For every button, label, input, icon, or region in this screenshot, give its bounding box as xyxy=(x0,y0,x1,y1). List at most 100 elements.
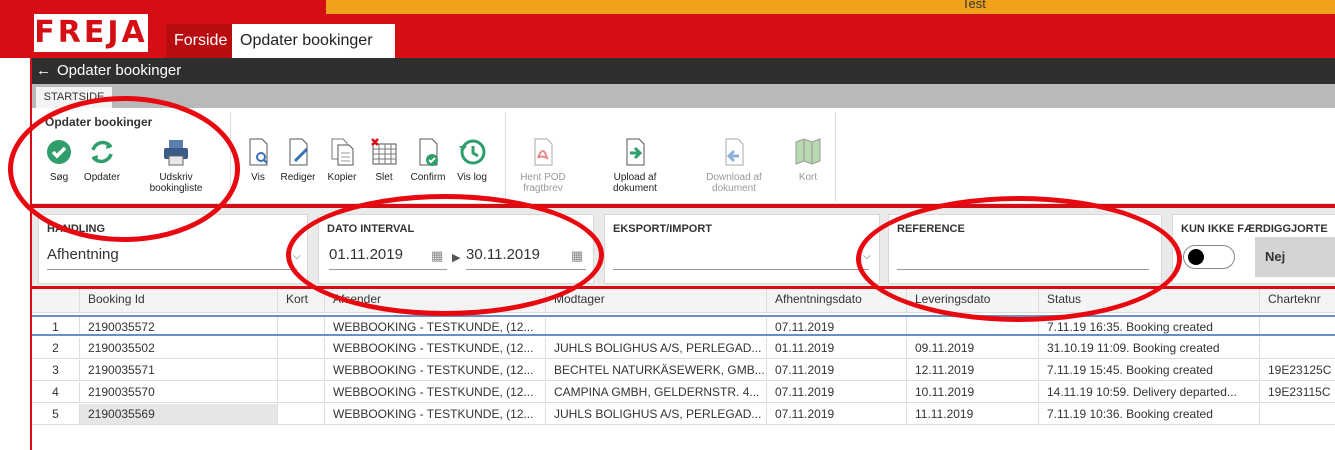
booking-id-cell[interactable]: 2190035569 xyxy=(80,404,278,424)
modtager-cell[interactable] xyxy=(546,317,767,334)
get-pod-freight-letter-button[interactable]: Hent POD fragtbrev xyxy=(516,136,570,194)
leveringsdato-cell[interactable]: 09.11.2019 xyxy=(907,338,1039,358)
booking-id-cell[interactable]: 2190035571 xyxy=(80,360,278,380)
incomplete-only-toggle[interactable] xyxy=(1183,245,1235,269)
incomplete-only-filter: KUN IKKE FÆRDIGGJORTE Nej xyxy=(1172,214,1335,284)
table-row[interactable]: 5 2190035569 WEBBOOKING - TESTKUNDE, (12… xyxy=(32,404,1335,425)
download-document-button[interactable]: Download af dokument xyxy=(702,136,766,194)
tab-forside[interactable]: Forside xyxy=(166,24,232,58)
environment-label: Test xyxy=(962,0,986,11)
reference-filter: REFERENCE xyxy=(888,214,1162,284)
booking-id-cell[interactable]: 2190035570 xyxy=(80,382,278,402)
confirm-button[interactable]: Confirm xyxy=(406,136,450,183)
status-cell[interactable]: 31.10.19 11:09. Booking created xyxy=(1039,338,1260,358)
upload-document-button[interactable]: Upload af dokument xyxy=(604,136,666,194)
check-circle-icon xyxy=(47,140,71,164)
afhentningsdato-cell[interactable]: 07.11.2019 xyxy=(767,360,907,380)
chevron-down-icon[interactable]: ⌵ xyxy=(293,251,301,262)
toggle-knob xyxy=(1188,249,1204,265)
leveringsdato-cell[interactable] xyxy=(907,317,1039,334)
charteknr-cell[interactable] xyxy=(1260,317,1335,334)
afsender-cell[interactable]: WEBBOOKING - TESTKUNDE, (12... xyxy=(325,360,546,380)
modtager-cell[interactable]: BECHTEL NATURKÄSEWERK, GMB... xyxy=(546,360,767,380)
afhentningsdato-cell[interactable]: 07.11.2019 xyxy=(767,404,907,424)
range-arrow-icon: ▶ xyxy=(452,252,461,264)
status-cell[interactable]: 14.11.19 10:59. Delivery departed... xyxy=(1039,382,1260,402)
table-header-row: Booking Id Kort Afsender Modtager Afhent… xyxy=(32,289,1335,313)
afsender-cell[interactable]: WEBBOOKING - TESTKUNDE, (12... xyxy=(325,382,546,402)
copy-button[interactable]: Kopier xyxy=(322,136,362,183)
search-button[interactable]: Søg xyxy=(42,136,76,183)
date-interval-label: DATO INTERVAL xyxy=(327,223,415,235)
view-log-button[interactable]: Vis log xyxy=(452,136,492,183)
delete-button-label: Slet xyxy=(375,172,393,183)
view-button[interactable]: Vis xyxy=(243,136,273,183)
column-header-charteknr[interactable]: Charteknr xyxy=(1260,289,1335,312)
charteknr-cell[interactable]: 19E23125C xyxy=(1260,360,1335,380)
status-cell[interactable]: 7.11.19 10:36. Booking created xyxy=(1039,404,1260,424)
date-to-input[interactable]: 30.11.2019 xyxy=(466,246,540,263)
column-header-afsender[interactable]: Afsender xyxy=(325,289,546,312)
ribbon-tab-startside[interactable]: STARTSIDE xyxy=(36,87,112,108)
afhentningsdato-cell[interactable]: 07.11.2019 xyxy=(767,317,907,334)
kort-cell[interactable] xyxy=(278,317,325,334)
afsender-cell[interactable]: WEBBOOKING - TESTKUNDE, (12... xyxy=(325,404,546,424)
charteknr-cell[interactable] xyxy=(1260,338,1335,358)
leveringsdato-cell[interactable]: 11.11.2019 xyxy=(907,404,1039,424)
kort-cell[interactable] xyxy=(278,360,325,380)
get-pod-label: Hent POD fragtbrev xyxy=(520,172,566,194)
column-header-kort[interactable]: Kort xyxy=(278,289,325,312)
table-row[interactable]: 2 2190035502 WEBBOOKING - TESTKUNDE, (12… xyxy=(32,338,1335,359)
arrow-left-icon[interactable]: ← xyxy=(36,62,51,79)
column-header-leveringsdato[interactable]: Leveringsdato xyxy=(907,289,1039,312)
document-download-icon xyxy=(725,138,744,166)
refresh-button[interactable]: Opdater xyxy=(78,136,126,183)
print-booking-list-button[interactable]: Udskriv bookingliste xyxy=(140,136,212,194)
modtager-cell[interactable]: JUHLS BOLIGHUS A/S, PERLEGAD... xyxy=(546,338,767,358)
charteknr-cell[interactable] xyxy=(1260,404,1335,424)
handling-select[interactable]: Afhentning xyxy=(47,246,119,263)
map-button[interactable]: Kort xyxy=(790,136,826,183)
row-number: 1 xyxy=(32,317,80,334)
modtager-cell[interactable]: CAMPINA GMBH, GELDERNSTR. 4... xyxy=(546,382,767,402)
download-document-label: Download af dokument xyxy=(706,172,762,194)
kort-cell[interactable] xyxy=(278,404,325,424)
kort-cell[interactable] xyxy=(278,382,325,402)
chevron-down-icon[interactable]: ⌵ xyxy=(863,251,871,262)
afsender-cell[interactable]: WEBBOOKING - TESTKUNDE, (12... xyxy=(325,317,546,334)
afhentningsdato-cell[interactable]: 07.11.2019 xyxy=(767,382,907,402)
confirm-button-label: Confirm xyxy=(410,172,446,183)
table-row[interactable]: 4 2190035570 WEBBOOKING - TESTKUNDE, (12… xyxy=(32,382,1335,403)
pdf-icon xyxy=(534,138,553,166)
column-header-status[interactable]: Status xyxy=(1039,289,1260,312)
copy-icon xyxy=(331,138,354,166)
export-import-filter: EKSPORT/IMPORT ⌵ xyxy=(604,214,880,284)
status-cell[interactable]: 7.11.19 15:45. Booking created xyxy=(1039,360,1260,380)
column-header-modtager[interactable]: Modtager xyxy=(546,289,767,312)
view-button-label: Vis xyxy=(251,172,265,183)
tab-opdater-bookinger[interactable]: Opdater bookinger xyxy=(232,24,395,58)
date-from-input[interactable]: 01.11.2019 xyxy=(329,246,403,263)
column-header-afhentningsdato[interactable]: Afhentningsdato xyxy=(767,289,907,312)
modtager-cell[interactable]: JUHLS BOLIGHUS A/S, PERLEGAD... xyxy=(546,404,767,424)
column-header-booking-id[interactable]: Booking Id xyxy=(80,289,278,312)
booking-id-cell[interactable]: 2190035572 xyxy=(80,317,278,334)
status-cell[interactable]: 7.11.19 16:35. Booking created xyxy=(1039,317,1260,334)
edit-button[interactable]: Rediger xyxy=(276,136,320,183)
document-check-icon xyxy=(419,138,438,166)
afsender-cell[interactable]: WEBBOOKING - TESTKUNDE, (12... xyxy=(325,338,546,358)
delete-button[interactable]: Slet xyxy=(366,136,402,183)
reference-underline xyxy=(897,269,1149,270)
booking-id-cell[interactable]: 2190035502 xyxy=(80,338,278,358)
leveringsdato-cell[interactable]: 10.11.2019 xyxy=(907,382,1039,402)
calendar-icon[interactable]: ▦ xyxy=(571,248,583,264)
table-row[interactable]: 3 2190035571 WEBBOOKING - TESTKUNDE, (12… xyxy=(32,360,1335,381)
afhentningsdato-cell[interactable]: 01.11.2019 xyxy=(767,338,907,358)
charteknr-cell[interactable]: 19E23115C xyxy=(1260,382,1335,402)
table-row[interactable]: 1 2190035572 WEBBOOKING - TESTKUNDE, (12… xyxy=(32,315,1335,336)
refresh-icon xyxy=(91,140,113,164)
freja-logo[interactable]: FREJA xyxy=(34,14,148,52)
leveringsdato-cell[interactable]: 12.11.2019 xyxy=(907,360,1039,380)
kort-cell[interactable] xyxy=(278,338,325,358)
calendar-icon[interactable]: ▦ xyxy=(431,248,443,264)
